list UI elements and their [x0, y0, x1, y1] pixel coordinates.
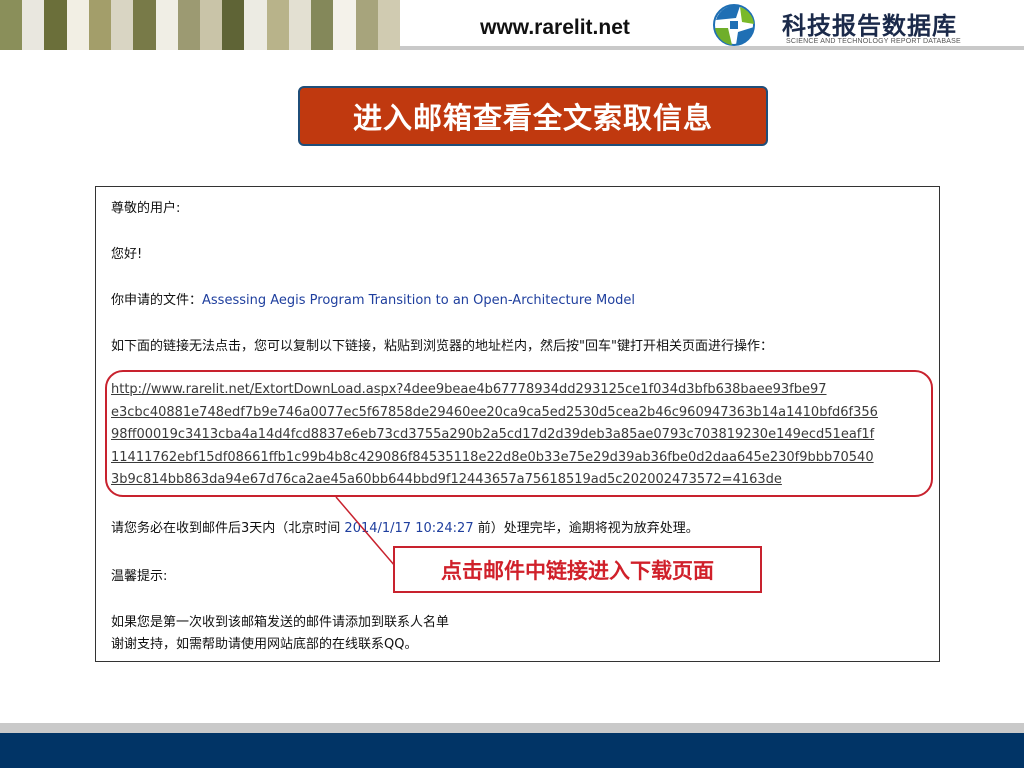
logo-globe-icon: [713, 4, 755, 46]
footer-blue-band: [0, 733, 1024, 768]
callout-text: 点击邮件中链接进入下载页面: [441, 558, 714, 583]
email-deadline: 请您务必在收到邮件后3天内（北京时间 2014/1/17 10:24:27 前）…: [111, 517, 699, 536]
header-stripe: [377, 0, 400, 50]
footer-grey-band: [0, 723, 1024, 733]
tip-line-2: 谢谢支持，如需帮助请使用网站底部的在线联系QQ。: [111, 637, 418, 652]
header-stripe: [155, 0, 178, 50]
header-stripe: [44, 0, 67, 50]
header-stripe: [111, 0, 134, 50]
header-stripe: [222, 0, 245, 50]
header-stripe: [333, 0, 356, 50]
header-stripe: [311, 0, 334, 50]
tip-line-1: 如果您是第一次收到该邮箱发送的邮件请添加到联系人名单: [111, 615, 450, 630]
header-stripe: [266, 0, 289, 50]
email-salutation: 尊敬的用户:: [111, 201, 181, 216]
page-title-banner: 进入邮箱查看全文索取信息: [298, 86, 768, 146]
header-stripe: [66, 0, 89, 50]
header-stripes: [0, 0, 400, 50]
header-stripe: [88, 0, 112, 50]
header-stripe: [0, 0, 23, 50]
site-url[interactable]: www.rarelit.net: [440, 16, 670, 40]
email-greeting: 您好!: [111, 247, 143, 262]
header-stripe: [133, 0, 156, 50]
header-stripe: [244, 0, 267, 50]
link-highlight-oval: [105, 370, 933, 497]
tip-label: 温馨提示:: [111, 569, 168, 584]
file-title: Assessing Aegis Program Transition to an…: [202, 293, 636, 308]
site-logo[interactable]: 科技报告数据库 SCIENCE AND TECHNOLOGY REPORT DA…: [706, 0, 1024, 50]
email-instruction: 如下面的链接无法点击，您可以复制以下链接，粘贴到浏览器的地址栏内，然后按"回车"…: [111, 339, 773, 354]
deadline-time: 2014/1/17 10:24:27: [344, 521, 474, 536]
deadline-suffix: 前）处理完毕，逾期将视为放弃处理。: [477, 521, 699, 536]
header-stripe: [288, 0, 312, 50]
header-stripe: [177, 0, 200, 50]
page-title: 进入邮箱查看全文索取信息: [352, 101, 713, 135]
deadline-prefix: 请您务必在收到邮件后3天内（北京时间: [111, 521, 341, 536]
header-stripe: [199, 0, 223, 50]
logo-text: 科技报告数据库: [782, 12, 957, 40]
header-stripe: [22, 0, 45, 50]
logo-subtitle: SCIENCE AND TECHNOLOGY REPORT DATABASE: [786, 38, 961, 45]
header-stripe: [355, 0, 378, 50]
file-prefix: 你申请的文件：: [111, 293, 203, 308]
email-file-line: 你申请的文件：Assessing Aegis Program Transitio…: [111, 289, 635, 308]
callout-box: 点击邮件中链接进入下载页面: [393, 546, 762, 593]
